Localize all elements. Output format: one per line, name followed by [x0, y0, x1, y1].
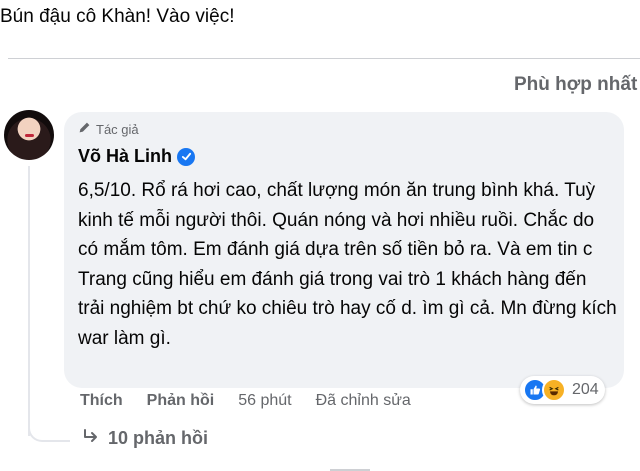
- author-name[interactable]: Võ Hà Linh: [78, 146, 195, 167]
- comment-actions: Thích Phản hồi 56 phút Đã chỉnh sửa: [80, 392, 411, 410]
- author-badge-label: Tác giả: [96, 121, 139, 137]
- comment-bubble: Tác giả Võ Hà Linh 6,5/10. Rổ rá hơi cao…: [64, 112, 624, 388]
- edited-label[interactable]: Đã chỉnh sửa: [316, 392, 411, 410]
- replies-label[interactable]: 10 phản hồi: [108, 428, 208, 449]
- author-name-label[interactable]: Võ Hà Linh: [78, 146, 172, 167]
- avatar[interactable]: [4, 110, 54, 160]
- comment-text: 6,5/10. Rổ rá hơi cao, chất lượng món ăn…: [78, 180, 617, 349]
- timestamp[interactable]: 56 phút: [238, 392, 291, 410]
- pencil-icon: [78, 121, 91, 137]
- like-button[interactable]: Thích: [80, 392, 123, 410]
- thread-curve: [28, 420, 70, 442]
- divider: [8, 58, 640, 59]
- reactions-summary[interactable]: 204: [520, 376, 605, 404]
- reply-button[interactable]: Phản hồi: [147, 392, 215, 410]
- reaction-icons: [523, 378, 566, 402]
- thread-line: [28, 166, 30, 436]
- author-badge: Tác giả: [78, 121, 139, 137]
- reply-arrow-icon: [82, 428, 100, 449]
- view-replies-button[interactable]: 10 phản hồi: [82, 428, 208, 449]
- verified-badge-icon: [177, 147, 195, 166]
- post-text: Bún đậu cô Khàn! Vào việc!: [0, 6, 235, 27]
- reaction-count: 204: [572, 381, 599, 398]
- haha-icon: [542, 378, 566, 402]
- sort-comments-button[interactable]: Phù hợp nhất: [514, 74, 637, 96]
